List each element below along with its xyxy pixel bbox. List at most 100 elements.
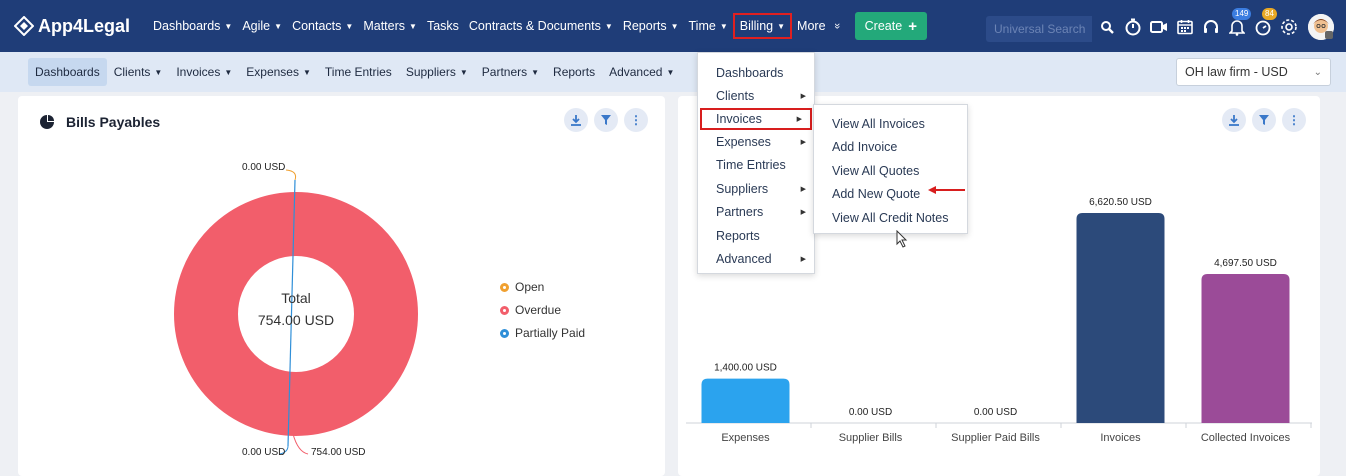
invoices-menu-view-all-quotes[interactable]: View All Quotes	[814, 159, 967, 183]
nav-label: Reports	[622, 19, 667, 33]
legend-label: Partially Paid	[515, 326, 586, 340]
menu-item-label: Advanced	[716, 252, 772, 267]
subnav-invoices[interactable]: Invoices ▼	[169, 58, 239, 86]
bar-expenses[interactable]	[701, 378, 790, 423]
billing-dropdown: Dashboards Clients ▶ Invoices ▶ Expenses ▶ Time…	[697, 52, 815, 274]
legend-marker	[500, 305, 509, 315]
create-label: Create	[864, 19, 903, 33]
legend-label: Overdue	[515, 303, 562, 317]
subnav-dashboards[interactable]: Dashboards	[28, 58, 107, 86]
subnav-advanced[interactable]: Advanced ▼	[602, 58, 681, 86]
subnav-partners[interactable]: Partners ▼	[475, 58, 546, 86]
menu-item-label: Clients	[716, 89, 755, 104]
menu-item-label: Dashboards	[716, 65, 784, 80]
invoices-menu-add-invoice[interactable]: Add Invoice	[814, 136, 967, 160]
nav-reports[interactable]: Reports ▼	[618, 12, 684, 40]
user-avatar[interactable]	[1308, 14, 1334, 40]
billing-menu-expenses[interactable]: Expenses ▶	[698, 130, 814, 154]
nav-more[interactable]: More »	[792, 12, 845, 40]
bar-invoices[interactable]	[1076, 213, 1165, 423]
overdue-leader-line	[292, 433, 309, 455]
bar-collected-invoices[interactable]	[1201, 274, 1290, 423]
reminder-icon[interactable]: 84	[1250, 8, 1277, 40]
subnav-label: Dashboards	[35, 65, 100, 79]
bills-payables-card: Bills Payables ⋮ 0.00 USD 0.00 USD 754.0…	[18, 96, 665, 476]
nav-matters[interactable]: Matters ▼	[358, 12, 422, 40]
caret-down-icon: ▼	[409, 21, 417, 31]
category-label: Supplier Paid Bills	[951, 432, 1040, 444]
subnav-label: Reports	[553, 65, 596, 79]
menu-item-label: Suppliers	[716, 181, 769, 196]
bar-data-label: 0.00 USD	[974, 407, 1017, 418]
caret-right-icon: ▶	[796, 116, 802, 123]
invoices-menu-view-all-credit-notes[interactable]: View All Credit Notes	[814, 206, 967, 230]
billing-menu-partners[interactable]: Partners ▶	[698, 201, 814, 225]
billing-menu-suppliers[interactable]: Suppliers ▶	[698, 177, 814, 201]
firm-select-value: OH law firm - USD	[1185, 65, 1288, 79]
donut-center-value: 754.00 USD	[258, 312, 334, 328]
subnav-suppliers[interactable]: Suppliers ▼	[399, 58, 475, 86]
headset-icon[interactable]	[1198, 14, 1224, 40]
billing-menu-clients[interactable]: Clients ▶	[698, 85, 814, 109]
calendar-icon[interactable]	[1172, 14, 1198, 40]
subnav-clients[interactable]: Clients ▼	[107, 58, 170, 86]
subnav-time-entries[interactable]: Time Entries	[318, 58, 399, 86]
universal-search-input[interactable]: Universal Search	[986, 16, 1092, 42]
billing-menu-invoices[interactable]: Invoices ▶	[700, 108, 812, 130]
nav-label: Contacts	[292, 19, 342, 33]
logo-icon	[14, 16, 34, 36]
caret-down-icon: ▼	[531, 67, 540, 77]
bar-data-label: 0.00 USD	[849, 407, 892, 418]
notification-icon[interactable]: 149	[1224, 8, 1252, 40]
billing-menu-reports[interactable]: Reports	[698, 224, 814, 248]
caret-right-icon: ▶	[800, 256, 806, 264]
nav-label: Billing	[739, 19, 774, 33]
nav-agile[interactable]: Agile ▼	[237, 12, 287, 40]
menu-item-label: Time Entries	[716, 158, 786, 173]
search-icon[interactable]	[1094, 14, 1120, 40]
plus-icon: +	[908, 17, 917, 35]
subnav-expenses[interactable]: Expenses ▼	[239, 58, 318, 86]
bar-data-label: 6,620.50 USD	[1089, 197, 1152, 208]
menu-item-label: Expenses	[716, 134, 771, 149]
caret-down-icon: ▼	[302, 67, 311, 77]
subnav-label: Clients	[113, 65, 151, 79]
billing-menu-dashboards[interactable]: Dashboards	[698, 61, 814, 85]
invoices-menu-view-all-invoices[interactable]: View All Invoices	[814, 112, 967, 136]
open-value-label: 0.00 USD	[242, 162, 285, 173]
nav-contacts[interactable]: Contacts ▼	[287, 12, 358, 40]
legend-item-open[interactable]: Open	[500, 280, 585, 294]
app-logo[interactable]: App4Legal	[14, 16, 130, 37]
timer-icon[interactable]	[1120, 14, 1146, 40]
category-label: Supplier Bills	[839, 432, 903, 444]
nav-dashboards[interactable]: Dashboards ▼	[148, 12, 237, 40]
nav-time[interactable]: Time ▼	[684, 12, 733, 40]
firm-select[interactable]: OH law firm - USD ⌄	[1176, 58, 1331, 86]
nav-label: More	[797, 19, 826, 33]
nav-billing[interactable]: Billing ▼	[732, 13, 793, 39]
nav-label: Matters	[363, 19, 406, 33]
caret-right-icon: ▶	[800, 93, 806, 101]
billing-menu-advanced[interactable]: Advanced ▶	[698, 248, 814, 272]
caret-down-icon: ▼	[459, 67, 468, 77]
subnav-reports[interactable]: Reports	[546, 58, 602, 86]
nav-tasks[interactable]: Tasks	[422, 12, 464, 40]
video-icon[interactable]	[1146, 14, 1172, 40]
nav-contracts-documents[interactable]: Contracts & Documents ▼	[464, 12, 618, 40]
nav-label: Time	[688, 19, 716, 33]
caret-right-icon: ▶	[800, 138, 806, 146]
create-button[interactable]: Create +	[854, 12, 927, 40]
nav-label: Contracts & Documents	[468, 19, 601, 33]
legend-item-partially-paid[interactable]: Partially Paid	[500, 326, 585, 340]
notification-badge: 149	[1232, 8, 1252, 20]
billing-menu-time-entries[interactable]: Time Entries	[698, 154, 814, 178]
settings-icon[interactable]	[1276, 14, 1302, 40]
caret-right-icon: ▶	[800, 185, 806, 193]
chevron-down-icon: ⌄	[1313, 66, 1322, 78]
menu-item-label: Partners	[716, 205, 764, 220]
caret-down-icon: ▼	[345, 21, 354, 31]
caret-right-icon: ▶	[800, 209, 806, 217]
open-leader-line	[285, 169, 297, 181]
subnav-label: Expenses	[246, 65, 299, 79]
legend-item-overdue[interactable]: Overdue	[500, 303, 585, 317]
